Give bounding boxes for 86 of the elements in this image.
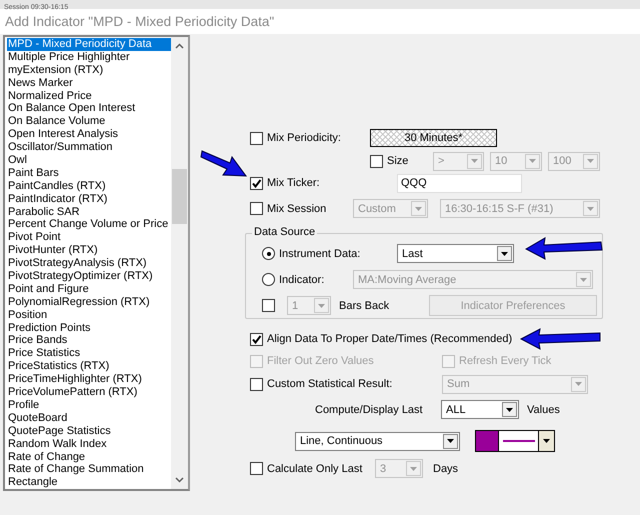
caret-icon: [575, 382, 582, 386]
list-item[interactable]: PivotHunter (RTX): [7, 244, 171, 258]
list-item[interactable]: News Marker: [7, 76, 171, 90]
list-item[interactable]: PaintIndicator (RTX): [7, 192, 171, 206]
checkbox-label: Mix Session: [267, 202, 326, 214]
list-item[interactable]: Rate of Change Summation: [7, 463, 171, 476]
caret-icon: [587, 206, 594, 210]
list-item[interactable]: Paint Bars: [7, 166, 171, 180]
dropdown[interactable]: ALL: [441, 400, 519, 419]
list-item[interactable]: Profile: [7, 398, 171, 412]
list-item[interactable]: Owl: [7, 154, 171, 167]
checkbox[interactable]: [250, 202, 263, 215]
chevron-up-icon[interactable]: [175, 43, 184, 49]
radio-label: Instrument Data:: [279, 248, 360, 260]
list-item[interactable]: MPD - Mixed Periodicity Data: [7, 38, 171, 51]
list-item[interactable]: Multiple Price Highlighter: [7, 50, 171, 64]
window-title: Add Indicator "MPD - Mixed Periodicity Data": [5, 14, 274, 29]
checkbox[interactable]: [250, 462, 263, 475]
checkbox[interactable]: [250, 378, 263, 390]
caret-icon: [415, 206, 422, 210]
checkbox-label: Size: [387, 155, 408, 167]
caret-icon: [580, 278, 587, 282]
list-item[interactable]: Position: [7, 308, 171, 322]
caret-icon: [410, 466, 417, 470]
list-item[interactable]: Rate of Change: [7, 450, 171, 464]
list-item[interactable]: Price Bands: [7, 334, 171, 348]
caret-icon: [501, 252, 508, 256]
list-item[interactable]: PriceStatistics (RTX): [7, 360, 171, 374]
list-item[interactable]: PolynomialRegression (RTX): [7, 296, 171, 309]
list-item[interactable]: Normalized Price: [7, 90, 171, 102]
chevron-down-icon[interactable]: [175, 477, 184, 483]
checkbox-label: Calculate Only Last: [267, 462, 362, 474]
checkbox-label: Align Data To Proper Date/Times (Recommended): [267, 333, 512, 345]
list-item[interactable]: PivotStrategyOptimizer (RTX): [7, 270, 171, 283]
list-item[interactable]: myExtension (RTX): [7, 64, 171, 77]
dropdown[interactable]: Line, Continuous: [295, 432, 460, 450]
list-item[interactable]: PriceTimeHighlighter (RTX): [7, 373, 171, 386]
line-preview: [502, 440, 534, 442]
checkbox[interactable]: [250, 332, 263, 346]
group-title: Data Source: [252, 226, 318, 238]
list-item[interactable]: PriceVolumePattern (RTX): [7, 386, 171, 399]
scrollbar-thumb[interactable]: [172, 169, 187, 224]
scrollbar[interactable]: [171, 37, 188, 489]
list-item[interactable]: Price Statistics: [7, 347, 171, 360]
dropdown[interactable]: Last: [397, 244, 514, 263]
list-item[interactable]: QuotePage Statistics: [7, 424, 171, 438]
list-item[interactable]: Rectangle: [7, 476, 171, 489]
list-item[interactable]: Open Interest Analysis: [7, 128, 171, 142]
checkbox[interactable]: [250, 176, 263, 190]
list-item[interactable]: Oscillator/Summation: [7, 141, 171, 154]
list-item[interactable]: Parabolic SAR: [7, 206, 171, 218]
caret-icon: [447, 439, 454, 443]
caret-icon: [529, 159, 536, 163]
checkbox-label: Custom Statistical Result:: [267, 378, 392, 390]
list-item[interactable]: On Balance Open Interest: [7, 102, 171, 116]
checkbox-label: Refresh Every Tick: [459, 355, 552, 367]
list-item[interactable]: Random Walk Index: [7, 438, 171, 450]
checkbox-label: Mix Periodicity:: [267, 132, 341, 144]
values-label: Values: [527, 404, 560, 416]
list-item[interactable]: PivotStrategyAnalysis (RTX): [7, 257, 171, 270]
periodicity-button[interactable]: 30 Minutes*: [370, 129, 497, 147]
checkbox-label: Mix Ticker:: [267, 177, 320, 189]
list-item[interactable]: PaintCandles (RTX): [7, 180, 171, 193]
list-item[interactable]: Percent Change Volume or Price: [7, 218, 171, 232]
caret-icon: [471, 159, 478, 163]
list-item[interactable]: QuoteBoard: [7, 412, 171, 425]
checkbox[interactable]: [370, 154, 383, 168]
checkbox[interactable]: [262, 299, 275, 312]
compute-label: Compute/Display Last: [315, 404, 424, 416]
caret-icon: [318, 304, 325, 308]
caret-icon: [506, 408, 513, 412]
color-picker[interactable]: [475, 430, 555, 452]
list-item[interactable]: On Balance Volume: [7, 115, 171, 128]
caret-icon: [543, 439, 550, 443]
checkbox[interactable]: [250, 132, 263, 144]
list-item[interactable]: Pivot Point: [7, 231, 171, 244]
radio-button[interactable]: [262, 273, 275, 286]
list-item[interactable]: Point and Figure: [7, 282, 171, 296]
bars-back-label: Bars Back: [339, 300, 390, 312]
radio-button[interactable]: [262, 247, 275, 260]
checkbox-label: Filter Out Zero Values: [267, 355, 374, 367]
list-item[interactable]: Prediction Points: [7, 322, 171, 334]
days-label: Days: [433, 462, 458, 474]
radio-label: Indicator:: [279, 274, 324, 286]
caret-icon: [587, 159, 594, 163]
ticker-field[interactable]: QQQ: [397, 174, 522, 192]
